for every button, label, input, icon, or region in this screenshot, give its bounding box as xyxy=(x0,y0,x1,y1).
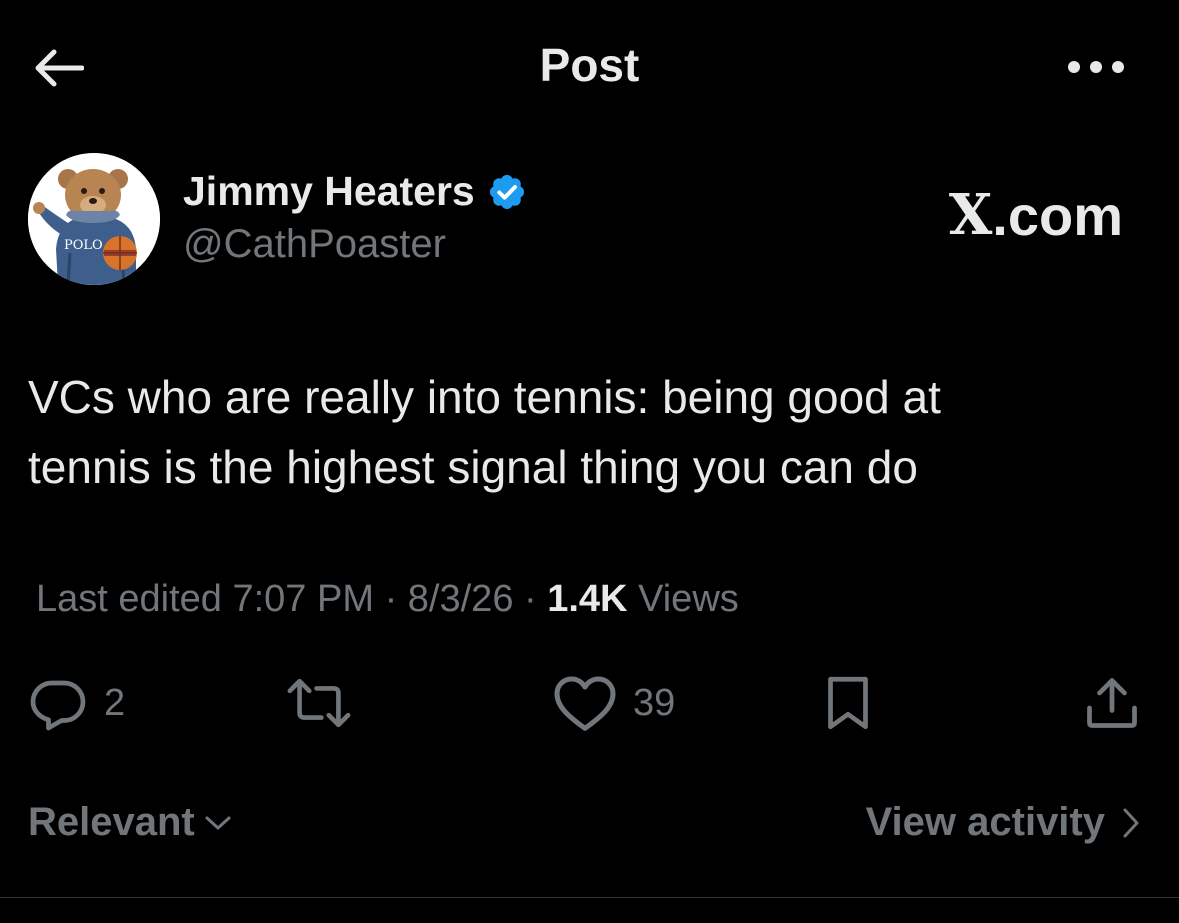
post-text: VCs who are really into tennis: being go… xyxy=(28,362,1138,502)
reply-button[interactable]: 2 xyxy=(28,668,125,738)
polo-bear-avatar: POLO xyxy=(28,153,160,285)
like-button[interactable]: 39 xyxy=(553,668,675,738)
chevron-right-icon xyxy=(1123,808,1139,837)
bookmark-icon xyxy=(828,676,868,730)
sort-label: Relevant xyxy=(28,800,195,844)
repost-button[interactable] xyxy=(285,668,369,738)
share-button[interactable] xyxy=(1082,668,1142,738)
views-label: Views xyxy=(638,578,739,620)
author-name[interactable]: Jimmy Heaters xyxy=(183,168,527,215)
post-date: 8/3/26 xyxy=(407,578,514,620)
action-bar: 2 39 xyxy=(0,668,1179,738)
author-handle[interactable]: @CathPoaster xyxy=(183,222,446,267)
heart-icon xyxy=(554,676,616,731)
avatar[interactable]: POLO xyxy=(28,153,160,285)
bookmark-button[interactable] xyxy=(818,668,878,738)
like-count: 39 xyxy=(633,681,676,724)
views-count[interactable]: 1.4K xyxy=(547,578,627,620)
verified-badge-icon xyxy=(489,174,524,209)
x-logo-letter: X xyxy=(948,182,993,248)
watermark-domain: .com xyxy=(992,183,1123,247)
sort-replies-dropdown[interactable]: Relevant xyxy=(28,800,233,845)
post-meta: Last edited 7:07 PM · 8/3/26 · 1.4K View… xyxy=(36,578,739,621)
svg-text:POLO: POLO xyxy=(64,238,103,253)
more-horizontal-icon xyxy=(1068,61,1124,73)
share-icon xyxy=(1087,678,1137,728)
view-activity-link[interactable]: View activity xyxy=(866,800,1141,845)
reply-icon xyxy=(30,680,86,731)
post-time: 7:07 PM xyxy=(232,578,375,620)
author-display-name: Jimmy Heaters xyxy=(183,168,475,214)
meta-separator: · xyxy=(524,578,537,620)
x-com-watermark: X .com xyxy=(949,182,1123,248)
divider xyxy=(0,897,1179,898)
more-options-button[interactable] xyxy=(1060,44,1132,90)
chevron-down-icon xyxy=(205,816,231,829)
reply-count: 2 xyxy=(104,681,126,724)
back-button[interactable] xyxy=(28,40,88,96)
post-text-line: tennis is the highest signal thing you c… xyxy=(28,441,918,493)
repost-icon xyxy=(287,678,351,728)
page-title: Post xyxy=(539,39,640,91)
meta-separator: · xyxy=(384,578,398,620)
view-activity-label: View activity xyxy=(865,800,1105,844)
top-bar: Post xyxy=(0,0,1179,130)
post-text-line: VCs who are really into tennis: being go… xyxy=(28,371,941,423)
edited-label[interactable]: Last edited 7:07 PM xyxy=(36,578,374,620)
arrow-left-icon xyxy=(35,49,84,87)
